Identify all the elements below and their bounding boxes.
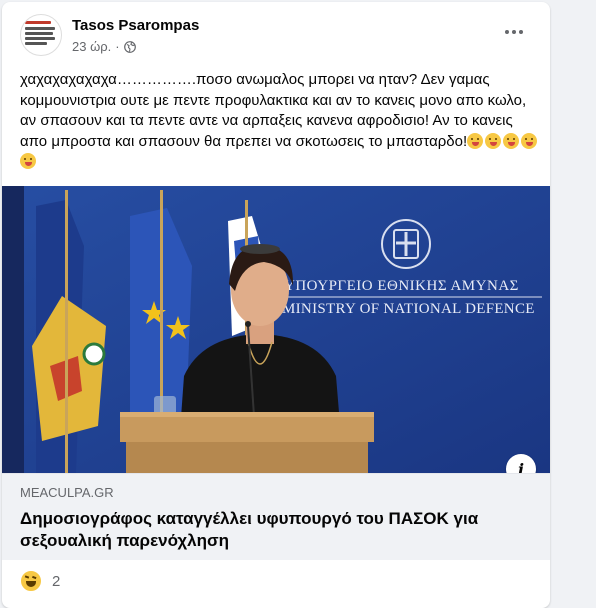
more-options-dot [519, 30, 523, 34]
photo-illustration: ΥΠΟΥΡΓΕΙΟ ΕΘΝΙΚΗΣ ΑΜΥΝΑΣ MINISTRY OF NAT… [2, 186, 550, 473]
meta-separator: · [115, 39, 120, 54]
post-time[interactable]: 23 ώρ. [72, 39, 111, 54]
avatar-text-line [25, 42, 47, 45]
squinting-tongue-emoji [485, 132, 502, 149]
more-options-dot [505, 30, 509, 34]
link-title[interactable]: Δημοσιογράφος καταγγέλλει υφυπουργό του … [20, 508, 530, 552]
author-avatar[interactable] [20, 14, 62, 56]
reactions-summary[interactable]: 2 [20, 570, 60, 592]
post-meta: 23 ώρ. · [72, 39, 136, 54]
squinting-tongue-emoji [20, 153, 36, 170]
avatar-text-line [25, 32, 53, 35]
avatar-logo-line [25, 21, 51, 24]
post-photo[interactable]: ΥΠΟΥΡΓΕΙΟ ΕΘΝΙΚΗΣ ΑΜΥΝΑΣ MINISTRY OF NAT… [2, 186, 550, 473]
reaction-count: 2 [52, 572, 61, 590]
more-options-dot [512, 30, 516, 34]
post-text: χαχαχαχαχαχα…………….ποσο ανωμαλος μπορει ν… [20, 70, 540, 173]
squinting-tongue-emoji [503, 132, 520, 149]
info-icon: i [517, 459, 525, 474]
squinting-tongue-emoji [521, 132, 538, 149]
globe-icon [123, 40, 136, 53]
avatar-text-line [25, 37, 55, 40]
link-preview[interactable]: MEACULPA.GR Δημοσιογράφος καταγγέλλει υφ… [2, 473, 550, 560]
haha-reaction-icon [20, 570, 42, 592]
author-name[interactable]: Tasos Psarompas [72, 17, 199, 34]
sign-line-greek: ΥΠΟΥΡΓΕΙΟ ΕΘΝΙΚΗΣ ΑΜΥΝΑΣ [284, 278, 519, 294]
link-domain: MEACULPA.GR [20, 485, 114, 500]
post-card: Tasos Psarompas 23 ώρ. · χαχαχαχαχαχα………… [2, 2, 550, 608]
post-body: χαχαχαχαχαχα…………….ποσο ανωμαλος μπορει ν… [20, 71, 531, 150]
post-header: Tasos Psarompas 23 ώρ. · [2, 2, 550, 66]
sign-line-english: MINISTRY OF NATIONAL DEFENCE [282, 301, 535, 317]
podium [120, 412, 374, 473]
squinting-tongue-emoji [467, 132, 484, 149]
more-options-button[interactable] [502, 24, 526, 40]
right-gutter [552, 0, 596, 608]
avatar-text-line [25, 27, 55, 30]
